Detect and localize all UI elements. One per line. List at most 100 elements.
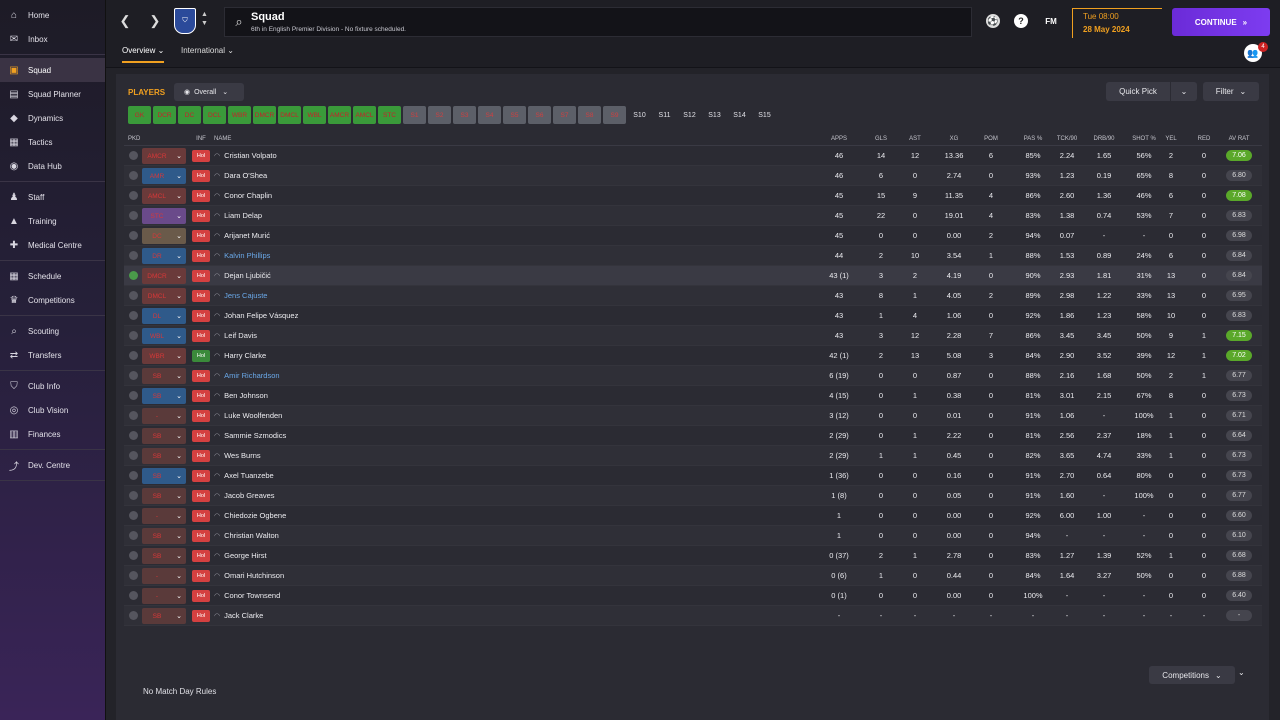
competitions-dropdown[interactable]: Competitions ⌄	[1149, 666, 1235, 684]
view-dropdown[interactable]: ◉ Overall ⌄	[174, 83, 244, 101]
sidebar-item-inbox[interactable]: ✉ Inbox	[0, 27, 105, 51]
table-row[interactable]: SB ⌄ Hol ◠ Jacob Greaves 1 (8) 0 0 0.05 0 91% 1.60 -…	[124, 486, 1262, 506]
position-button-s11[interactable]: S11	[653, 106, 676, 124]
picked-indicator[interactable]	[128, 511, 138, 520]
picked-indicator[interactable]	[128, 411, 138, 420]
position-dropdown[interactable]: STC ⌄	[142, 208, 186, 224]
status-badge[interactable]: Hol	[192, 190, 210, 202]
player-name[interactable]: ◠ Wes Burns	[214, 451, 434, 460]
player-name[interactable]: ◠ Jack Clarke	[214, 611, 434, 620]
position-dropdown[interactable]: DL ⌄	[142, 308, 186, 324]
position-dropdown[interactable]: SB ⌄	[142, 368, 186, 384]
sidebar-item-staff[interactable]: ♟ Staff	[0, 185, 105, 209]
player-name[interactable]: ◠ Kalvin Phillips	[214, 251, 434, 260]
picked-indicator[interactable]	[128, 591, 138, 600]
picked-indicator[interactable]	[128, 371, 138, 380]
table-row[interactable]: SB ⌄ Hol ◠ Christian Walton 1 0 0 0.00 0 94% - - - 0 0 6…	[124, 526, 1262, 546]
picked-indicator[interactable]	[128, 611, 138, 620]
position-button-s12[interactable]: S12	[678, 106, 701, 124]
sidebar-item-transfers[interactable]: ⇄ Transfers	[0, 343, 105, 367]
picked-indicator[interactable]	[128, 571, 138, 580]
col-apps[interactable]: APPS	[814, 136, 864, 142]
position-button-s15[interactable]: S15	[753, 106, 776, 124]
status-badge[interactable]: Hol	[192, 470, 210, 482]
position-dropdown[interactable]: DMCR ⌄	[142, 268, 186, 284]
status-badge[interactable]: Hol	[192, 610, 210, 622]
picked-indicator[interactable]	[128, 451, 138, 460]
picked-indicator[interactable]	[128, 331, 138, 340]
table-row[interactable]: AMCR ⌄ Hol ◠ Cristian Volpato 46 14 12 13.36 6 85%…	[124, 146, 1262, 166]
player-name[interactable]: ◠ Arijanet Murić	[214, 231, 434, 240]
position-button-s2[interactable]: S2	[428, 106, 451, 124]
player-name[interactable]: ◠ Cristian Volpato	[214, 151, 434, 160]
position-dropdown[interactable]: AMR ⌄	[142, 168, 186, 184]
table-row[interactable]: - ⌄ Hol ◠ Chiedozie Ogbene 1 0 0 0.00 0 92% 6.00 1.0…	[124, 506, 1262, 526]
picked-indicator[interactable]	[128, 151, 138, 160]
table-row[interactable]: SB ⌄ Hol ◠ Amir Richardson 6 (19) 0 0 0.87 0 88% 2.…	[124, 366, 1262, 386]
table-row[interactable]: SB ⌄ Hol ◠ Jack Clarke - - - - - - - - - - - -	[124, 606, 1262, 626]
player-name[interactable]: ◠ Dara O'Shea	[214, 171, 434, 180]
filter-button[interactable]: Filter ⌄	[1203, 82, 1259, 101]
sidebar-item-dev-centre[interactable]: ⤴ Dev. Centre	[0, 453, 105, 477]
table-row[interactable]: AMCL ⌄ Hol ◠ Conor Chaplin 45 15 9 11.35 4 86% 2.60…	[124, 186, 1262, 206]
position-button-s4[interactable]: S4	[478, 106, 501, 124]
position-button-s9[interactable]: S9	[603, 106, 626, 124]
position-dropdown[interactable]: WBR ⌄	[142, 348, 186, 364]
position-button-amcr[interactable]: AMCR	[328, 106, 351, 124]
position-button-dmcr[interactable]: DMCR	[253, 106, 276, 124]
table-row[interactable]: SB ⌄ Hol ◠ George Hirst 0 (37) 2 1 2.78 0 83% 1.27 1…	[124, 546, 1262, 566]
picked-indicator[interactable]	[128, 231, 138, 240]
sidebar-item-dynamics[interactable]: ◆ Dynamics	[0, 106, 105, 130]
picked-indicator[interactable]	[128, 311, 138, 320]
position-button-dcl[interactable]: DCL	[203, 106, 226, 124]
position-button-stc[interactable]: STC	[378, 106, 401, 124]
picked-indicator[interactable]	[128, 271, 138, 280]
position-button-s3[interactable]: S3	[453, 106, 476, 124]
picked-indicator[interactable]	[128, 491, 138, 500]
player-name[interactable]: ◠ Luke Woolfenden	[214, 411, 434, 420]
position-button-wbl[interactable]: WBL	[303, 106, 326, 124]
position-button-s14[interactable]: S14	[728, 106, 751, 124]
sidebar-item-schedule[interactable]: ▦ Schedule	[0, 264, 105, 288]
status-badge[interactable]: Hol	[192, 370, 210, 382]
table-row[interactable]: DMCL ⌄ Hol ◠ Jens Cajuste 43 8 1 4.05 2 89% 2.98 1.2…	[124, 286, 1262, 306]
player-name[interactable]: ◠ Ben Johnson	[214, 391, 434, 400]
player-name[interactable]: ◠ Christian Walton	[214, 531, 434, 540]
picked-indicator[interactable]	[128, 431, 138, 440]
player-name[interactable]: ◠ Johan Felipe Vásquez	[214, 311, 434, 320]
sidebar-item-training[interactable]: ▲ Training	[0, 209, 105, 233]
position-dropdown[interactable]: - ⌄	[142, 408, 186, 424]
status-badge[interactable]: Hol	[192, 550, 210, 562]
status-badge[interactable]: Hol	[192, 450, 210, 462]
status-badge[interactable]: Hol	[192, 590, 210, 602]
search-icon[interactable]: ⌕	[225, 14, 253, 30]
position-dropdown[interactable]: SB ⌄	[142, 528, 186, 544]
tab-overview[interactable]: Overview ⌄	[122, 46, 165, 63]
status-badge[interactable]: Hol	[192, 230, 210, 242]
position-dropdown[interactable]: SB ⌄	[142, 468, 186, 484]
status-badge[interactable]: Hol	[192, 530, 210, 542]
position-dropdown[interactable]: SB ⌄	[142, 488, 186, 504]
position-dropdown[interactable]: DMCL ⌄	[142, 288, 186, 304]
picked-indicator[interactable]	[128, 531, 138, 540]
player-name[interactable]: ◠ Jacob Greaves	[214, 491, 434, 500]
position-dropdown[interactable]: - ⌄	[142, 588, 186, 604]
table-row[interactable]: WBR ⌄ Hol ◠ Harry Clarke 42 (1) 2 13 5.08 3 84% 2.9…	[124, 346, 1262, 366]
picked-indicator[interactable]	[128, 291, 138, 300]
sidebar-item-finances[interactable]: ▥ Finances	[0, 422, 105, 446]
col-shot[interactable]: SHOT %	[1126, 136, 1162, 142]
table-row[interactable]: DC ⌄ Hol ◠ Arijanet Murić 45 0 0 0.00 2 94% 0.07 - - 0…	[124, 226, 1262, 246]
status-badge[interactable]: Hol	[192, 570, 210, 582]
col-pkd[interactable]: PKD	[128, 136, 148, 142]
picked-indicator[interactable]	[128, 351, 138, 360]
position-button-amcl[interactable]: AMCL	[353, 106, 376, 124]
position-button-dcr[interactable]: DCR	[153, 106, 176, 124]
col-red[interactable]: RED	[1193, 136, 1215, 142]
col-inf[interactable]: INF	[192, 136, 210, 142]
collapse-toggle[interactable]: ⌄	[1238, 668, 1245, 677]
quick-pick-button[interactable]: Quick Pick	[1106, 82, 1170, 101]
col-xg[interactable]: XG	[934, 136, 974, 142]
table-row[interactable]: DMCR ⌄ Hol ◠ Dejan Ljubičić 43 (1) 3 2 4.19 0 90% 2…	[124, 266, 1262, 286]
status-badge[interactable]: Hol	[192, 310, 210, 322]
player-name[interactable]: ◠ Liam Delap	[214, 211, 434, 220]
